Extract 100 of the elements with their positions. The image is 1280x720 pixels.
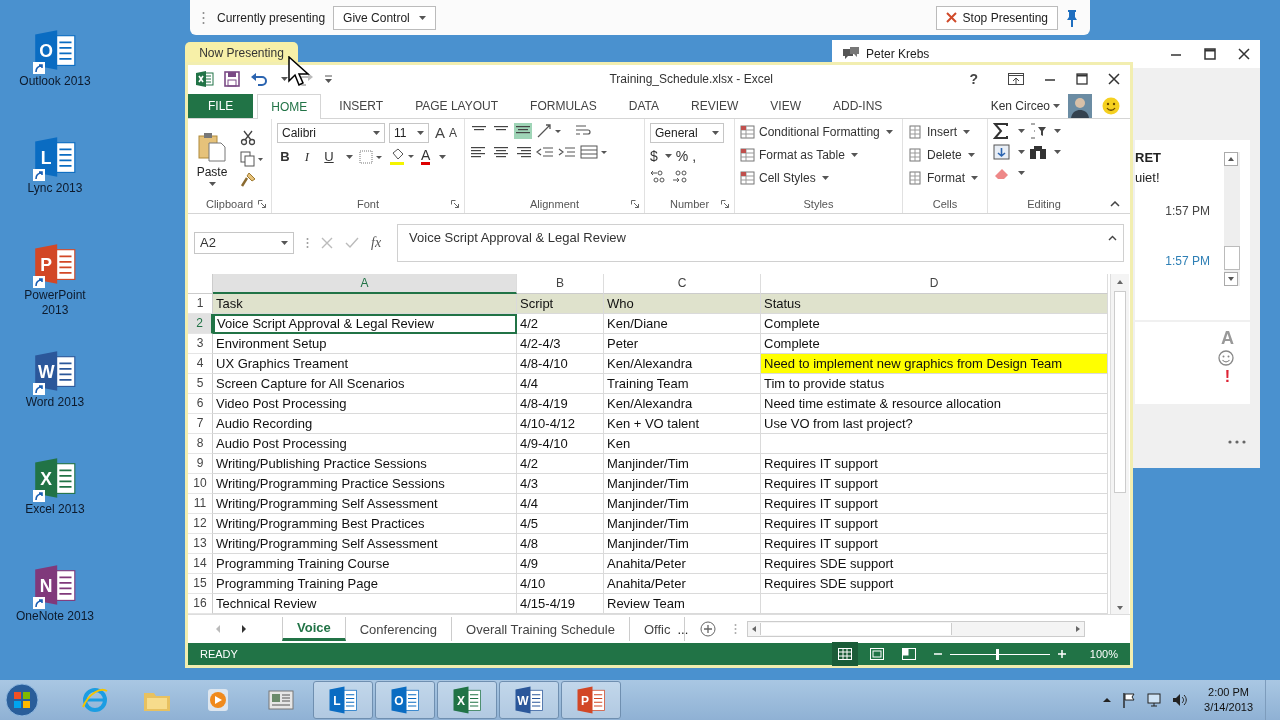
give-control-dropdown[interactable]: Give Control [333, 5, 436, 30]
desktop-icon-label[interactable]: Word 2013 [13, 395, 97, 410]
align-icon[interactable] [514, 122, 532, 139]
ribbon-tab[interactable]: REVIEW [677, 93, 753, 118]
style-menu-button[interactable]: Cell Styles [740, 168, 897, 187]
more-sheets-button[interactable]: ... [677, 621, 689, 637]
taskbar-button[interactable]: W [499, 681, 559, 719]
collapse-icon[interactable] [1108, 234, 1117, 241]
sort-filter-icon[interactable] [1029, 122, 1047, 139]
insert-function-button[interactable]: fx [371, 234, 382, 251]
taskbar-button[interactable]: X [437, 681, 497, 719]
grow-font-button[interactable]: A [435, 124, 445, 142]
maximize-icon[interactable] [1076, 73, 1088, 86]
taskbar-button[interactable]: O [375, 681, 435, 719]
collapse-ribbon-icon[interactable] [1110, 200, 1120, 207]
sum-icon[interactable] [993, 122, 1011, 139]
desktop-icon-label[interactable]: Excel 2013 [13, 502, 97, 517]
row-header[interactable]: 7 [188, 413, 213, 434]
stop-presenting-button[interactable]: Stop Presenting [935, 5, 1058, 30]
row-header[interactable]: 9 [188, 453, 213, 474]
row-header[interactable]: 11 [188, 493, 213, 514]
zoom-in-button[interactable] [1057, 650, 1066, 659]
zoom-thumb[interactable] [995, 648, 999, 660]
binoculars-icon[interactable] [1029, 143, 1047, 160]
paste-button[interactable]: Paste [193, 131, 231, 186]
desktop-icon-label[interactable]: Lync 2013 [13, 181, 97, 196]
pin-icon[interactable] [1066, 8, 1078, 27]
smiley-icon[interactable] [1218, 350, 1234, 366]
column-header[interactable]: D [761, 273, 1108, 294]
ribbon-tab[interactable]: FILE [188, 93, 254, 118]
volume-icon[interactable] [1172, 692, 1189, 708]
taskbar-button[interactable]: P [561, 681, 621, 719]
column-header[interactable]: B [517, 273, 604, 294]
dialog-launcher-icon[interactable] [721, 199, 729, 208]
bold-button[interactable]: B [277, 149, 293, 165]
account-menu[interactable]: Ken Circeo [990, 93, 1060, 118]
show-hidden-icons-icon[interactable] [1102, 696, 1113, 704]
fill-color-icon[interactable] [389, 147, 415, 166]
sheet-tab[interactable]: Overall Training Schedule [452, 617, 630, 642]
help-button[interactable]: ? [969, 71, 978, 88]
customize-toolbar-icon[interactable] [324, 75, 333, 84]
importance-button[interactable]: ! [1224, 368, 1230, 386]
taskbar-button[interactable]: L [313, 681, 373, 719]
desktop-icon-label[interactable]: PowerPoint 2013 [13, 288, 97, 318]
column-header[interactable]: A [213, 273, 517, 294]
font-name-dropdown[interactable]: Calibri [277, 122, 385, 143]
network-icon[interactable] [1146, 692, 1163, 708]
row-header[interactable]: 12 [188, 513, 213, 534]
more-options-icon[interactable] [1228, 440, 1246, 444]
style-menu-button[interactable]: Conditional Formatting [740, 122, 897, 141]
maximize-icon[interactable] [1204, 48, 1216, 60]
row-header[interactable]: 16 [188, 593, 213, 614]
cells-menu-button[interactable]: Insert [908, 122, 982, 141]
name-box[interactable]: A2 [194, 231, 294, 254]
dialog-launcher-icon[interactable] [631, 199, 639, 208]
dialog-launcher-icon[interactable] [451, 199, 459, 208]
compose-area[interactable]: A ! [1135, 322, 1250, 404]
style-menu-button[interactable]: Format as Table [740, 145, 897, 164]
flag-icon[interactable] [1122, 692, 1137, 708]
row-header[interactable]: 6 [188, 393, 213, 414]
ribbon-tab[interactable]: PAGE LAYOUT [401, 93, 513, 118]
row-header[interactable]: 15 [188, 573, 213, 594]
sheet-tab[interactable]: Voice [282, 617, 346, 642]
smiley-icon[interactable] [1102, 96, 1120, 115]
fill-down-icon[interactable] [993, 143, 1011, 160]
row-header[interactable]: 5 [188, 373, 213, 394]
percent-button[interactable]: % [675, 147, 689, 164]
dialog-launcher-icon[interactable] [258, 199, 266, 208]
add-sheet-icon[interactable] [700, 621, 717, 638]
vertical-scrollbar[interactable] [1110, 273, 1129, 615]
copy-icon[interactable] [240, 150, 264, 167]
ribbon-tab[interactable]: HOME [257, 93, 322, 119]
scroll-thumb[interactable] [1224, 246, 1240, 270]
row-header[interactable]: 4 [188, 353, 213, 374]
ribbon-tab[interactable]: INSERT [325, 93, 398, 118]
cells-menu-button[interactable]: Format [908, 168, 982, 187]
save-icon[interactable] [224, 71, 240, 88]
scrollbar[interactable] [1224, 152, 1240, 286]
italic-button[interactable]: I [299, 148, 315, 165]
row-header[interactable]: 13 [188, 533, 213, 554]
ribbon-tab[interactable]: FORMULAS [516, 93, 611, 118]
ribbon-tab[interactable]: DATA [614, 93, 673, 118]
font-color-button[interactable]: A [421, 148, 431, 166]
cut-icon[interactable] [240, 129, 256, 146]
start-button[interactable] [5, 683, 39, 717]
desktop-icon-label[interactable]: Outlook 2013 [13, 74, 97, 89]
row-header[interactable]: 10 [188, 473, 213, 494]
undo-icon[interactable] [250, 71, 268, 88]
scroll-down-icon[interactable] [1224, 272, 1238, 286]
page-break-view-icon[interactable] [901, 648, 916, 661]
underline-button[interactable]: U [321, 149, 337, 165]
row-header[interactable]: 8 [188, 433, 213, 454]
font-size-dropdown[interactable]: 11 [389, 122, 429, 143]
increase-decimal-icon[interactable] [650, 168, 668, 183]
comma-button[interactable]: , [692, 147, 697, 164]
scroll-up-icon[interactable] [1224, 152, 1238, 166]
clock-date[interactable]: 3/14/2013 [1204, 700, 1253, 715]
horizontal-scrollbar[interactable] [747, 621, 1086, 638]
row-header[interactable]: 2 [188, 313, 213, 334]
orientation-icon[interactable] [536, 122, 562, 139]
